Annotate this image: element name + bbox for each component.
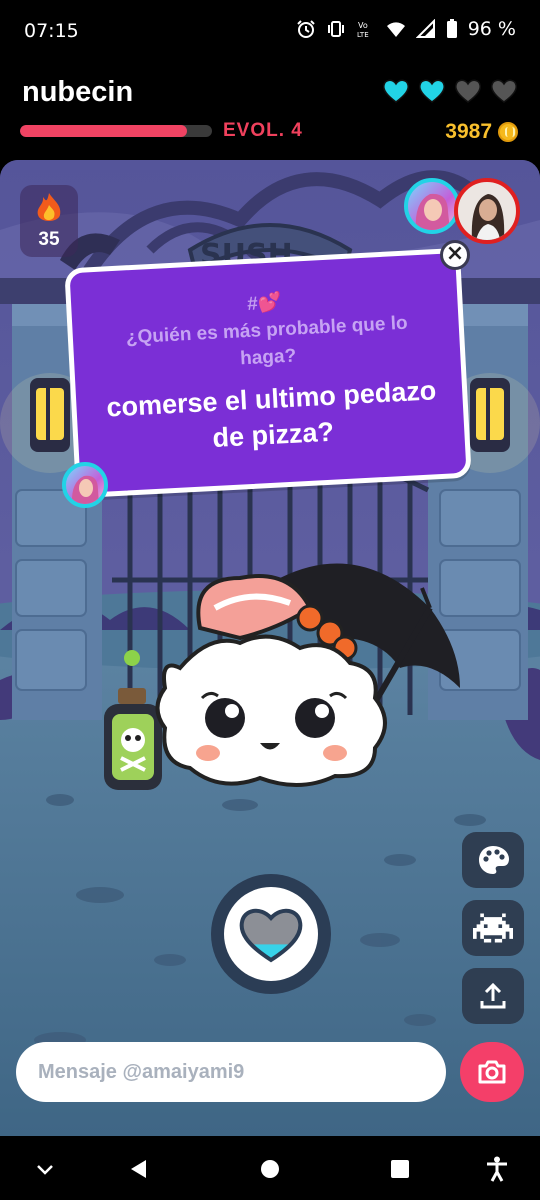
feed-button-inner xyxy=(224,887,318,981)
status-time: 07:15 xyxy=(24,20,79,42)
card-author-avatar[interactable] xyxy=(62,462,108,508)
nav-recents-button[interactable] xyxy=(385,1154,415,1184)
svg-text:Vo: Vo xyxy=(358,21,368,30)
coin-icon xyxy=(498,122,518,142)
question-prompt: comerse el ultimo pedazo de pizza? xyxy=(105,375,437,453)
heart-meter-icon xyxy=(239,908,303,963)
svg-text:LTE: LTE xyxy=(357,31,369,39)
games-button[interactable] xyxy=(462,900,524,956)
pet-name: nubecin xyxy=(22,76,134,108)
avatar-face xyxy=(471,194,505,240)
share-button[interactable] xyxy=(462,968,524,1024)
evolution-progress-bar xyxy=(20,125,212,137)
life-heart-full-icon xyxy=(419,79,445,103)
avatar-player-1[interactable] xyxy=(404,178,460,234)
camera-icon xyxy=(478,1060,506,1084)
upload-icon xyxy=(480,982,506,1009)
palette-button[interactable] xyxy=(462,832,524,888)
flame-icon xyxy=(37,193,61,221)
nav-collapse-button[interactable] xyxy=(30,1154,60,1184)
system-nav-bar xyxy=(0,1136,540,1200)
pet-header: nubecin EVOL. 4 3987 xyxy=(0,62,540,160)
feed-button[interactable] xyxy=(211,874,331,994)
poison-bottle-icon xyxy=(104,650,162,790)
coin-balance[interactable]: 3987 xyxy=(445,120,518,144)
signal-icon xyxy=(415,19,435,38)
streak-count: 35 xyxy=(38,229,60,250)
avatar-face xyxy=(415,193,450,230)
battery-percentage: 96 % xyxy=(467,18,516,40)
volte-icon: VoLTE xyxy=(357,21,369,39)
life-heart-empty-icon xyxy=(491,79,517,103)
vibrate-icon xyxy=(327,21,344,37)
coin-count: 3987 xyxy=(445,120,492,143)
status-bar: 07:15 Vo LTE 96 % xyxy=(0,0,540,62)
home-icon xyxy=(261,1160,279,1178)
space-invader-icon xyxy=(473,913,513,943)
alarm-icon xyxy=(297,20,315,38)
life-heart-empty-icon xyxy=(455,79,481,103)
wifi-icon xyxy=(386,22,405,37)
evolution-label: EVOL. 4 xyxy=(223,120,303,141)
accessibility-icon xyxy=(487,1156,507,1182)
nav-home-button[interactable] xyxy=(255,1154,285,1184)
sushi-pet[interactable] xyxy=(90,548,470,808)
close-card-button[interactable]: × xyxy=(440,240,470,270)
life-heart-full-icon xyxy=(383,79,409,103)
avatar-player-2[interactable] xyxy=(454,178,520,244)
evolution-progress-fill xyxy=(20,125,188,137)
battery-icon xyxy=(446,19,457,38)
recents-icon xyxy=(391,1160,409,1178)
lives-meter xyxy=(382,78,518,104)
chevron-down-icon xyxy=(37,1165,53,1175)
message-input[interactable] xyxy=(16,1042,446,1102)
question-card[interactable]: #💕 ¿Quién es más probable que lo haga? c… xyxy=(64,247,472,499)
palette-icon xyxy=(479,846,509,874)
back-icon xyxy=(131,1160,146,1178)
avatar-face xyxy=(71,475,99,504)
camera-button[interactable] xyxy=(460,1042,524,1102)
nav-back-button[interactable] xyxy=(124,1154,154,1184)
streak-counter[interactable]: 35 xyxy=(20,185,78,257)
close-icon: × xyxy=(445,241,465,266)
nav-accessibility-button[interactable] xyxy=(482,1154,512,1184)
